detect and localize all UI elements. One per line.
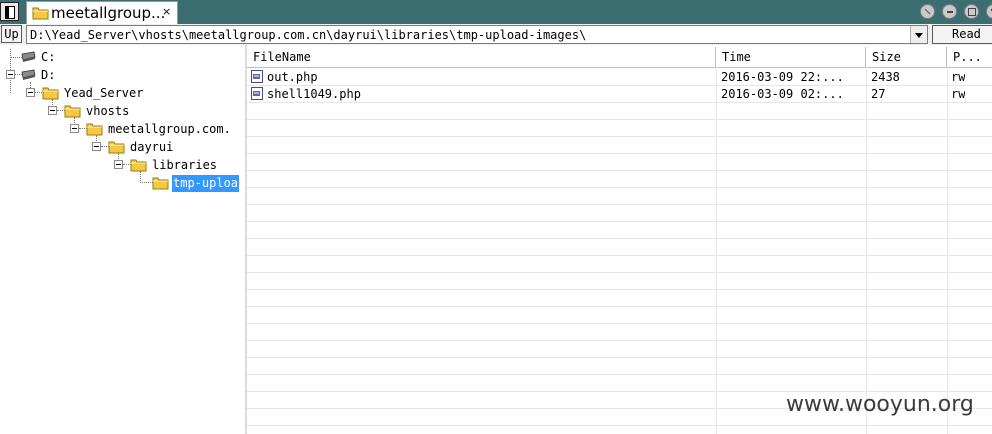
grid-line [247,153,992,154]
app-icon [5,6,15,19]
grid-line [247,357,992,358]
folder-icon [42,86,59,103]
tree-folder-label-selected: tmp-uploa [172,175,240,192]
drive-icon [20,51,36,65]
tab-close-icon[interactable]: × [162,5,171,18]
tree-collapse-toggle[interactable] [70,124,79,133]
file-time: 2016-03-09 22:... [721,70,844,84]
folder-icon [86,122,103,139]
grid-line [247,221,992,222]
grid-line [716,67,717,434]
php-file-icon [251,87,263,103]
tree-collapse-toggle[interactable] [6,70,15,79]
grid-line [247,187,992,188]
folder-icon [32,6,49,23]
tree-folder-meetallgroup[interactable]: meetallgroup.com. [86,120,245,138]
column-header-time[interactable]: Time [716,47,866,67]
close-window-icon[interactable] [986,4,992,19]
grid-line [866,67,867,434]
file-name: shell1049.php [267,87,361,101]
folder-icon [130,158,147,175]
minimize-icon[interactable] [942,4,957,19]
file-name: out.php [267,70,318,84]
folder-icon [64,104,81,121]
grid-line [247,255,992,256]
maximize-icon[interactable] [964,4,979,19]
tree-folder-label: meetallgroup.com. [108,122,231,136]
directory-tree: C: D: Yead_Server vhosts meetallgroup.co… [0,45,245,434]
restore-icon[interactable] [920,4,935,19]
grid-line [247,323,992,324]
tree-folder-libraries[interactable]: libraries [130,156,240,174]
file-list: FileName Time Size P... out.php 2016-03-… [247,45,992,434]
tree-drive-label: D: [41,68,56,82]
grid-line [247,340,992,341]
column-header-filename[interactable]: FileName [247,47,716,67]
tree-collapse-toggle[interactable] [26,88,35,97]
file-permissions: rw [951,87,966,101]
tree-drive-d[interactable]: D: [20,66,80,84]
path-input[interactable]: D:\Yead_Server\vhosts\meetallgroup.com.c… [26,25,928,44]
up-button[interactable]: Up [1,25,22,43]
grid-line [247,119,992,120]
app-menu-button[interactable] [0,2,19,21]
file-size: 27 [871,87,886,101]
tree-folder-label: vhosts [86,104,130,118]
tree-drive-label: C: [41,50,56,64]
file-row[interactable]: out.php 2016-03-09 22:... 2438 rw [247,68,992,85]
title-bar: meetallgroup... × [0,0,992,24]
tree-collapse-toggle[interactable] [114,160,123,169]
tree-folder-vhosts[interactable]: vhosts [64,102,174,120]
tree-folder-dayrui[interactable]: dayrui [108,138,218,156]
tree-drive-c[interactable]: C: [20,48,80,66]
column-header-size[interactable]: Size [866,47,947,67]
grid-line [247,425,992,426]
tree-folder-tmp-upload-images[interactable]: tmp-uploa [152,174,245,192]
tab-title: meetallgroup... [51,4,166,22]
tree-folder-label: libraries [152,158,218,172]
tree-connector [34,92,42,93]
file-list-header: FileName Time Size P... [247,47,992,68]
grid-line [247,204,992,205]
grid-line [247,374,992,375]
drive-icon [20,69,36,83]
folder-icon [108,140,125,157]
tree-folder-label: Yead_Server [64,86,144,100]
grid-line [247,102,992,103]
file-row[interactable]: shell1049.php 2016-03-09 02:... 27 rw [247,85,992,102]
grid-line [247,170,992,171]
dropdown-arrow-icon[interactable] [910,26,927,43]
folder-icon [152,176,169,193]
read-button[interactable]: Read [932,25,992,44]
tree-folder-label: dayrui [130,140,174,154]
file-permissions: rw [951,70,966,84]
toolbar: Up D:\Yead_Server\vhosts\meetallgroup.co… [0,24,992,45]
path-value: D:\Yead_Server\vhosts\meetallgroup.com.c… [30,28,587,42]
column-header-permissions[interactable]: P... [947,47,992,67]
file-time: 2016-03-09 02:... [721,87,844,101]
grid-line [247,238,992,239]
grid-line [247,272,992,273]
grid-line [247,289,992,290]
tab-current[interactable]: meetallgroup... × [26,1,178,24]
grid-line [247,136,992,137]
grid-line [247,306,992,307]
tree-collapse-toggle[interactable] [92,142,101,151]
file-size: 2438 [871,70,900,84]
php-file-icon [251,70,263,86]
watermark: www.wooyun.org [786,392,974,417]
grid-line [947,67,948,434]
tree-folder-yead-server[interactable]: Yead_Server [42,84,172,102]
tree-collapse-toggle[interactable] [48,106,57,115]
